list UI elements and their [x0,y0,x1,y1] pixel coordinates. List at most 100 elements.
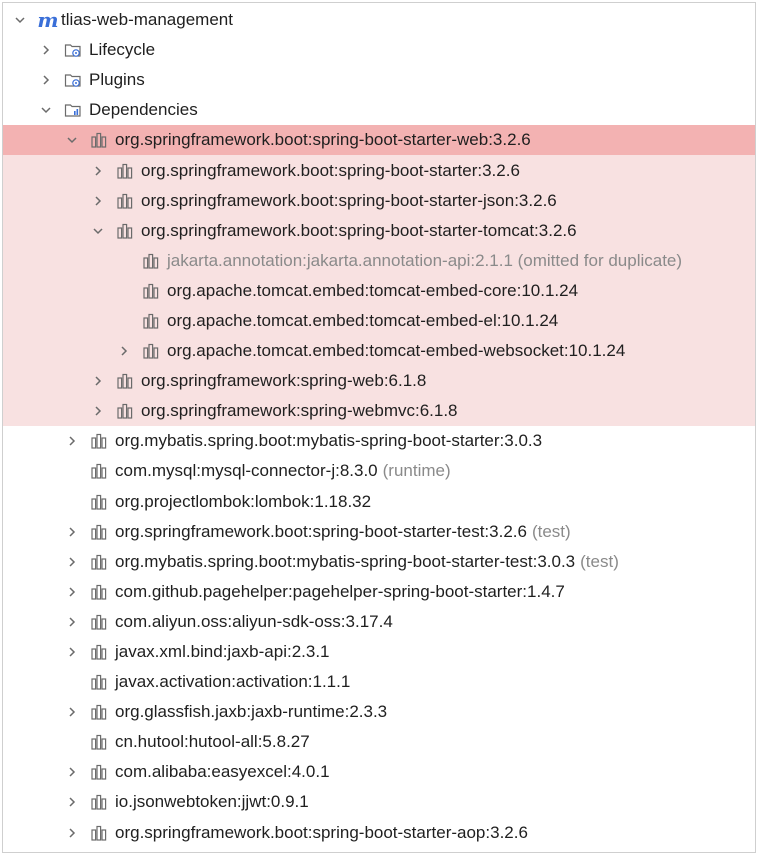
chevron-right-icon[interactable] [63,793,81,811]
library-icon [141,251,161,271]
tree-row-label: com.github.pagehelper:pagehelper-spring-… [115,581,565,601]
chevron-right-icon[interactable] [63,824,81,842]
tree-row-label: org.glassfish.jaxb:jaxb-runtime:2.3.3 [115,702,388,722]
tree-row[interactable]: org.projectlombok:lombok:1.18.32 [3,487,755,517]
tree-row[interactable]: org.springframework:spring-web:6.1.8 [3,366,755,397]
library-icon [89,823,109,843]
tree-row[interactable]: Plugins [3,65,755,95]
tree-row[interactable]: org.springframework.boot:spring-boot-sta… [3,185,755,216]
library-icon [89,130,109,150]
tree-row-label: org.apache.tomcat.embed:tomcat-embed-cor… [167,280,579,300]
library-icon [141,281,161,301]
tree-row-label: org.apache.tomcat.embed:tomcat-embed-web… [167,341,626,361]
library-icon [89,732,109,752]
tree-row[interactable]: org.apache.tomcat.embed:tomcat-embed-cor… [3,275,755,306]
chevron-right-icon[interactable] [63,583,81,601]
chevron-right-icon[interactable] [63,523,81,541]
tree-row[interactable]: jakarta.annotation:jakarta.annotation-ap… [3,245,755,276]
chevron-right-icon[interactable] [89,192,107,210]
chevron-right-icon[interactable] [63,553,81,571]
chevron-right-icon[interactable] [63,763,81,781]
tree-row-label: org.springframework:spring-webmvc:6.1.8 [141,401,458,421]
tree-row-label: org.springframework.boot:spring-boot-sta… [115,130,531,150]
scope-label: (runtime) [382,461,451,481]
tree-row[interactable]: com.alibaba:easyexcel:4.0.1 [3,757,755,787]
chevron-down-icon[interactable] [63,131,81,149]
library-icon [89,461,109,481]
chevron-right-icon[interactable] [63,703,81,721]
tree-row[interactable]: com.aliyun.oss:aliyun-sdk-oss:3.17.4 [3,607,755,637]
tree-row[interactable]: Lifecycle [3,35,755,65]
project-name: tlias-web-management [61,10,233,30]
library-icon [89,612,109,632]
tree-row-label: Plugins [89,70,145,90]
tree-row-label: com.aliyun.oss:aliyun-sdk-oss:3.17.4 [115,611,393,631]
tree-row-label: Lifecycle [89,40,156,60]
tree-row-label: com.alibaba:easyexcel:4.0.1 [115,762,330,782]
chevron-right-icon[interactable] [63,432,81,450]
tree-root-project[interactable]: m tlias-web-management [3,5,755,35]
library-icon [89,552,109,572]
chevron-right-icon[interactable] [89,372,107,390]
library-icon [89,792,109,812]
scope-label: (test) [580,551,619,571]
tree-row[interactable]: org.apache.tomcat.embed:tomcat-embed-el:… [3,305,755,337]
library-icon [141,341,161,361]
tree-row[interactable]: org.springframework.boot:spring-boot-sta… [3,155,755,186]
tree-row-label: org.springframework.boot:spring-boot-sta… [141,160,520,180]
library-icon [89,431,109,451]
tree-row[interactable]: cn.hutool:hutool-all:5.8.27 [3,727,755,757]
tree-row[interactable]: org.springframework.boot:spring-boot-sta… [3,517,755,547]
chevron-right-icon[interactable] [89,402,107,420]
chevron-right-icon[interactable] [63,643,81,661]
tree-row-label: org.mybatis.spring.boot:mybatis-spring-b… [115,551,576,571]
library-icon [89,762,109,782]
maven-tool-window: m tlias-web-management Lifecycle Plugins D… [2,2,756,853]
scope-label: (test) [531,521,571,541]
maven-project-tree: m tlias-web-management Lifecycle Plugins D… [3,5,755,848]
library-icon [115,401,135,421]
tree-row-label: io.jsonwebtoken:jjwt:0.9.1 [115,792,309,812]
chevron-right-icon[interactable] [63,613,81,631]
tree-row-label: org.projectlombok:lombok:1.18.32 [115,491,372,511]
library-icon [141,311,161,331]
tree-row[interactable]: org.mybatis.spring.boot:mybatis-spring-b… [3,426,755,456]
chevron-down-icon[interactable] [89,222,107,240]
chevron-down-icon[interactable] [11,11,29,29]
tree-row-label: javax.activation:activation:1.1.1 [115,672,351,692]
tree-row-label: org.springframework:spring-web:6.1.8 [141,371,427,391]
tree-row-label: jakarta.annotation:jakarta.annotation-ap… [167,250,683,270]
chevron-right-icon[interactable] [115,342,133,360]
tree-row-label: org.apache.tomcat.embed:tomcat-embed-el:… [167,310,559,330]
tree-row[interactable]: org.springframework.boot:spring-boot-sta… [3,125,755,156]
tree-row[interactable]: Dependencies [3,95,755,125]
tree-row[interactable]: org.apache.tomcat.embed:tomcat-embed-web… [3,336,755,367]
library-icon [89,702,109,722]
tree-row[interactable]: io.jsonwebtoken:jjwt:0.9.1 [3,787,755,817]
tree-row-label: Dependencies [89,100,198,120]
tree-row-label: org.mybatis.spring.boot:mybatis-spring-b… [115,431,543,451]
library-icon [89,582,109,602]
tree-row[interactable]: org.springframework:spring-webmvc:6.1.8 [3,396,755,427]
chevron-down-icon[interactable] [37,101,55,119]
library-icon [89,642,109,662]
maven-m-icon: m [37,8,59,33]
tree-row[interactable]: org.springframework.boot:spring-boot-sta… [3,215,755,246]
tree-row[interactable]: javax.xml.bind:jaxb-api:2.3.1 [3,637,755,667]
tree-row[interactable]: com.github.pagehelper:pagehelper-spring-… [3,577,755,607]
folder-gear-icon [63,40,83,60]
tree-row-label: org.springframework.boot:spring-boot-sta… [115,521,527,541]
tree-row[interactable]: com.mysql:mysql-connector-j:8.3.0 (runtim… [3,456,755,486]
tree-row[interactable]: org.glassfish.jaxb:jaxb-runtime:2.3.3 [3,697,755,727]
tree-row-label: javax.xml.bind:jaxb-api:2.3.1 [115,642,330,662]
chevron-right-icon[interactable] [37,71,55,89]
chevron-right-icon[interactable] [89,162,107,180]
tree-row[interactable]: javax.activation:activation:1.1.1 [3,667,755,697]
tree-row-label: org.springframework.boot:spring-boot-sta… [115,822,528,842]
chevron-right-icon[interactable] [37,41,55,59]
tree-row[interactable]: org.springframework.boot:spring-boot-sta… [3,818,755,848]
library-icon [115,221,135,241]
tree-row-label: com.mysql:mysql-connector-j:8.3.0 [115,461,378,481]
tree-row[interactable]: org.mybatis.spring.boot:mybatis-spring-b… [3,547,755,577]
tree-row-label: cn.hutool:hutool-all:5.8.27 [115,732,310,752]
